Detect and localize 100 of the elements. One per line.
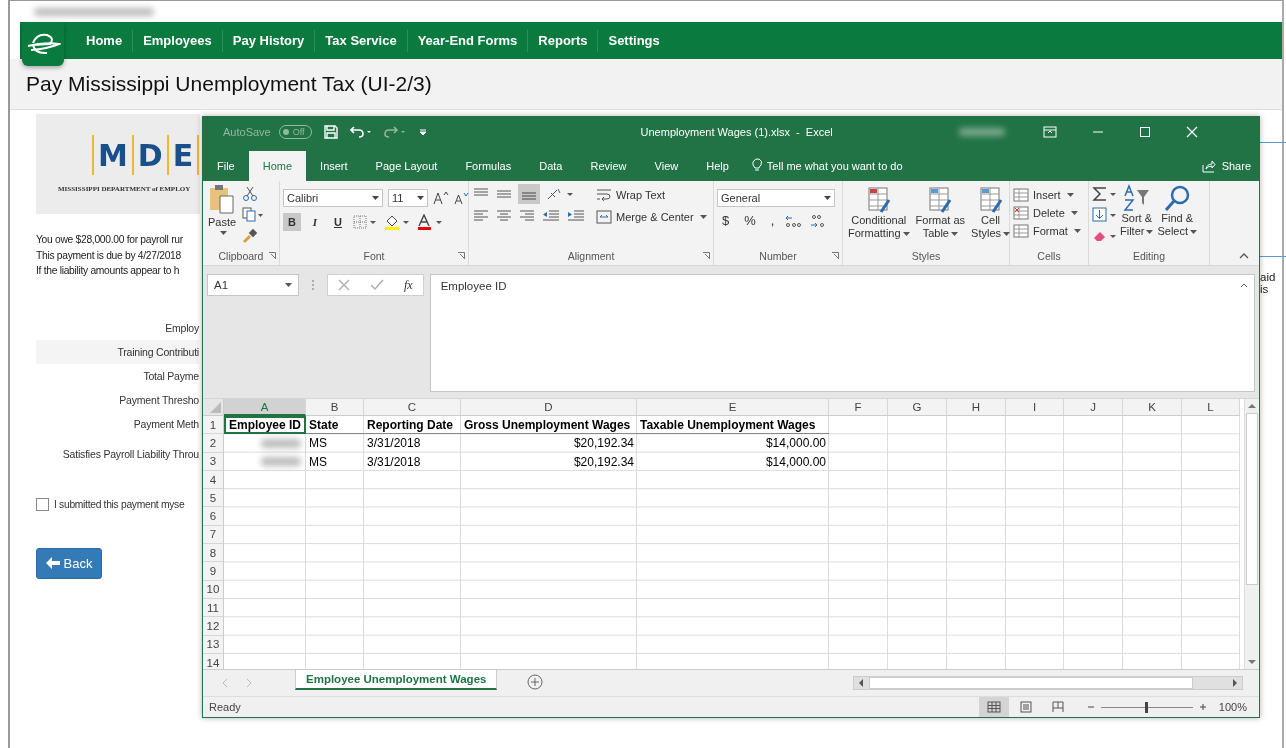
merge-center-button[interactable]: Merge & Center (596, 210, 707, 224)
paste-button[interactable]: Paste (206, 184, 239, 235)
number-format-button[interactable]: % (739, 213, 761, 228)
font-color-icon[interactable] (416, 214, 444, 230)
align-center-icon[interactable] (495, 208, 513, 222)
increase-indent-icon[interactable] (566, 208, 586, 222)
scrollbar-thumb[interactable] (869, 677, 1193, 689)
app-logo[interactable] (22, 22, 64, 66)
nav-link[interactable]: Home (76, 33, 133, 48)
text-style-button[interactable]: I (306, 213, 324, 231)
column-header[interactable]: H (947, 399, 1006, 416)
ribbon-tab[interactable]: View (640, 151, 693, 181)
autosum-icon[interactable] (1092, 186, 1118, 202)
close-icon[interactable] (1185, 126, 1198, 138)
undo-icon[interactable] (349, 125, 372, 139)
editing-button[interactable]: Sort & Filter (1118, 184, 1156, 238)
font-name-dropdown[interactable]: Calibri (283, 189, 383, 207)
vertical-scrollbar[interactable] (1244, 399, 1259, 669)
wrap-text-button[interactable]: Wrap Text (596, 188, 707, 202)
ribbon-tab[interactable]: File (203, 151, 249, 181)
scroll-up-icon[interactable] (1247, 402, 1257, 410)
zoom-slider-thumb[interactable] (1145, 701, 1149, 713)
sheet-tab[interactable]: Employee Unemployment Wages (295, 670, 498, 690)
column-header[interactable]: E (637, 399, 829, 416)
zoom-out-icon[interactable] (1086, 703, 1095, 711)
styles-button[interactable]: Format as Table (913, 186, 968, 240)
zoom-in-icon[interactable] (1198, 703, 1207, 711)
borders-icon[interactable] (352, 214, 378, 230)
ribbon-tab[interactable]: Formulas (451, 151, 526, 181)
styles-button[interactable]: Cell Styles (969, 186, 1013, 240)
cells-button[interactable]: Format (1013, 224, 1081, 238)
scroll-right-icon[interactable] (1231, 678, 1239, 688)
column-header[interactable]: D (461, 399, 637, 416)
dialog-launcher-icon[interactable] (269, 252, 276, 259)
ribbon-tab[interactable]: Home (248, 151, 307, 181)
number-format-button[interactable]: , (765, 213, 780, 228)
row-header[interactable]: 8 (203, 544, 224, 563)
nav-link[interactable]: Year-End Forms (407, 33, 528, 48)
ribbon-tab[interactable]: Help (692, 151, 743, 181)
copy-icon[interactable] (242, 207, 265, 223)
column-header[interactable]: J (1064, 399, 1123, 416)
align-middle-icon[interactable] (495, 187, 513, 201)
column-header[interactable]: B (306, 399, 364, 416)
ribbon-tab[interactable]: Data (525, 151, 577, 181)
ribbon-tab[interactable]: Review (576, 151, 641, 181)
number-format-button[interactable]: $ (717, 213, 735, 228)
checkmark-icon[interactable] (370, 279, 384, 291)
back-button[interactable]: Back (36, 547, 102, 579)
insert-function-button[interactable]: fx (404, 277, 413, 293)
maximize-icon[interactable] (1138, 126, 1151, 138)
nav-link[interactable]: Tax Service (315, 33, 407, 48)
orientation-icon[interactable] (545, 187, 575, 201)
checkbox[interactable] (36, 497, 49, 511)
row-header[interactable]: 6 (203, 507, 224, 526)
format-painter-icon[interactable] (242, 228, 259, 244)
decrease-indent-icon[interactable] (541, 208, 561, 222)
nav-link[interactable]: Employees (133, 33, 222, 48)
fill-color-icon[interactable] (383, 214, 411, 230)
horizontal-scrollbar[interactable] (853, 676, 1243, 690)
customize-icon[interactable] (417, 127, 428, 137)
cells-button[interactable]: Delete (1013, 206, 1078, 220)
decrease-font-icon[interactable] (454, 191, 470, 205)
column-header[interactable]: K (1123, 399, 1182, 416)
column-header[interactable]: F (829, 399, 888, 416)
view-button[interactable] (978, 697, 1009, 717)
collapse-ribbon-icon[interactable] (1239, 253, 1249, 259)
text-style-button[interactable]: U (329, 213, 347, 231)
ribbon-tab[interactable]: Insert (306, 151, 362, 181)
cancel-icon[interactable] (338, 279, 350, 291)
column-header[interactable]: L (1182, 399, 1240, 416)
editing-button[interactable]: Find & Select (1155, 184, 1200, 238)
number-format-dropdown[interactable]: General (717, 189, 835, 207)
align-bottom-icon[interactable] (518, 184, 540, 204)
redo-icon[interactable] (383, 125, 406, 139)
scroll-left-icon[interactable] (857, 678, 865, 688)
row-header[interactable]: 9 (203, 562, 224, 581)
ribbon-display-icon[interactable] (1042, 126, 1057, 138)
save-icon[interactable] (323, 125, 338, 139)
name-box[interactable]: A1 (207, 274, 299, 296)
column-header[interactable]: I (1006, 399, 1064, 416)
row-header[interactable]: 12 (203, 617, 224, 636)
column-header[interactable]: G (888, 399, 947, 416)
dialog-launcher-icon[interactable] (832, 252, 839, 259)
row-header[interactable]: 5 (203, 489, 224, 508)
nav-link[interactable]: Settings (598, 33, 670, 48)
nav-link[interactable]: Pay History (222, 33, 315, 48)
dialog-launcher-icon[interactable] (703, 252, 710, 259)
column-header[interactable]: A (224, 399, 306, 416)
scrollbar-thumb[interactable] (1246, 413, 1258, 585)
align-right-icon[interactable] (518, 208, 536, 222)
cells-button[interactable]: Insert (1013, 188, 1074, 202)
formula-field[interactable]: Employee ID (429, 274, 1255, 392)
fill-down-icon[interactable] (1092, 207, 1118, 223)
ribbon-tab[interactable]: Page Layout (361, 151, 452, 181)
add-sheet-icon[interactable] (527, 674, 544, 690)
nav-link[interactable]: Reports (528, 33, 598, 48)
scroll-down-icon[interactable] (1247, 658, 1257, 666)
dialog-launcher-icon[interactable] (458, 252, 465, 259)
styles-button[interactable]: Conditional Formatting (846, 186, 912, 240)
tell-me-search[interactable]: Tell me what you want to do (766, 151, 903, 181)
